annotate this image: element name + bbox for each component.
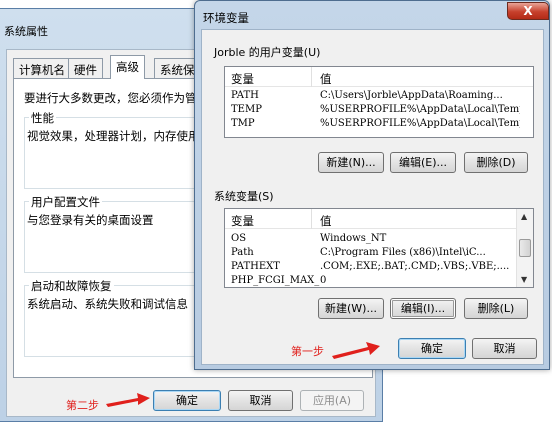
- close-button[interactable]: X: [507, 2, 549, 20]
- window-title: 环境变量: [203, 11, 249, 25]
- group-caption: 性能: [29, 110, 56, 126]
- env-ok-button[interactable]: 确定: [398, 338, 466, 359]
- window-title: 系统属性: [4, 25, 48, 38]
- system-new-button[interactable]: 新建(W)...: [318, 298, 384, 319]
- step-two-arrow-icon: [106, 393, 150, 407]
- system-delete-button[interactable]: 删除(L): [464, 298, 528, 319]
- column-header-value[interactable]: 值: [320, 213, 332, 229]
- table-row[interactable]: PATH C:\Users\Jorble\AppData\Roaming...: [225, 89, 533, 103]
- system-edit-button[interactable]: 编辑(I)...: [390, 298, 456, 319]
- column-header-value[interactable]: 值: [320, 71, 332, 87]
- tab-hardware[interactable]: 硬件: [68, 58, 103, 78]
- environment-variables-window: 环境变量 X Jorble 的用户变量(U) 变量 值 PATH C:\User…: [194, 0, 550, 370]
- variable-value: 0: [320, 275, 327, 286]
- step-one-arrow-icon: [332, 342, 380, 359]
- user-edit-button[interactable]: 编辑(E)...: [390, 152, 456, 173]
- list-header: 变量 值: [225, 209, 516, 229]
- column-header-name[interactable]: 变量: [231, 71, 254, 87]
- variable-name: PHP_FCGI_MAX_: [231, 275, 320, 286]
- scroll-down-icon[interactable]: ▼: [521, 275, 527, 284]
- user-delete-button[interactable]: 删除(D): [464, 152, 528, 173]
- variable-value: .COM;.EXE;.BAT;.CMD;.VBS;.VBE;....: [320, 261, 510, 272]
- user-new-button[interactable]: 新建(N)...: [318, 152, 384, 173]
- list-header: 变量 值: [225, 67, 533, 87]
- column-separator: [311, 209, 312, 229]
- table-row[interactable]: OS Windows_NT: [225, 232, 516, 246]
- system-variables-label: 系统变量(S): [214, 190, 274, 203]
- user-variables-list[interactable]: 变量 值 PATH C:\Users\Jorble\AppData\Roamin…: [224, 66, 534, 138]
- group-description: 视觉效果，处理器计划，内存使用: [27, 129, 200, 143]
- table-row[interactable]: PHP_FCGI_MAX_ 0: [225, 274, 516, 287]
- variable-name: TEMP: [231, 104, 262, 115]
- variable-name: OS: [231, 233, 247, 244]
- system-variables-list[interactable]: 变量 值 OS Windows_NT Path C:\Program Files…: [224, 208, 534, 288]
- system-apply-button[interactable]: 应用(A): [300, 390, 364, 411]
- scroll-up-icon[interactable]: ▲: [521, 212, 527, 221]
- vertical-scrollbar[interactable]: ▲ ▼: [516, 209, 533, 287]
- step-one-annotation: 第一步: [291, 345, 324, 358]
- environment-variables-body: Jorble 的用户变量(U) 变量 值 PATH C:\Users\Jorbl…: [201, 29, 544, 365]
- group-caption: 启动和故障恢复: [29, 278, 114, 294]
- variable-name: PATHEXT: [231, 261, 280, 272]
- table-row[interactable]: TMP %USERPROFILE%\AppData\Local\Temp: [225, 117, 533, 131]
- variable-value: %USERPROFILE%\AppData\Local\Temp: [320, 118, 520, 129]
- variable-name: PATH: [231, 90, 259, 101]
- scroll-thumb[interactable]: [519, 239, 531, 257]
- variable-value: Windows_NT: [320, 233, 387, 244]
- tab-computer-name[interactable]: 计算机名: [13, 58, 71, 78]
- tab-advanced[interactable]: 高级: [110, 55, 145, 79]
- variable-value: %USERPROFILE%\AppData\Local\Temp: [320, 104, 520, 115]
- table-row[interactable]: Path C:\Program Files (x86)\Intel\iC...: [225, 246, 516, 260]
- column-header-name[interactable]: 变量: [231, 213, 254, 229]
- variable-value: C:\Users\Jorble\AppData\Roaming...: [320, 90, 503, 101]
- table-row[interactable]: PATHEXT .COM;.EXE;.BAT;.CMD;.VBS;.VBE;..…: [225, 260, 516, 274]
- group-description: 系统启动、系统失败和调试信息: [27, 297, 188, 311]
- variable-name: Path: [231, 247, 254, 258]
- step-two-annotation: 第二步: [66, 399, 99, 412]
- table-row[interactable]: TEMP %USERPROFILE%\AppData\Local\Temp: [225, 103, 533, 117]
- user-variables-label: Jorble 的用户变量(U): [214, 46, 321, 59]
- column-separator: [311, 67, 312, 87]
- variable-name: TMP: [231, 118, 255, 129]
- group-description: 与您登录有关的桌面设置: [27, 213, 154, 227]
- variable-value: C:\Program Files (x86)\Intel\iC...: [320, 247, 486, 258]
- env-cancel-button[interactable]: 取消: [472, 338, 537, 359]
- group-caption: 用户配置文件: [29, 194, 102, 210]
- system-cancel-button[interactable]: 取消: [228, 390, 293, 411]
- admin-notice: 要进行大多数更改，您必须作为管: [24, 91, 197, 105]
- system-ok-button[interactable]: 确定: [153, 390, 221, 411]
